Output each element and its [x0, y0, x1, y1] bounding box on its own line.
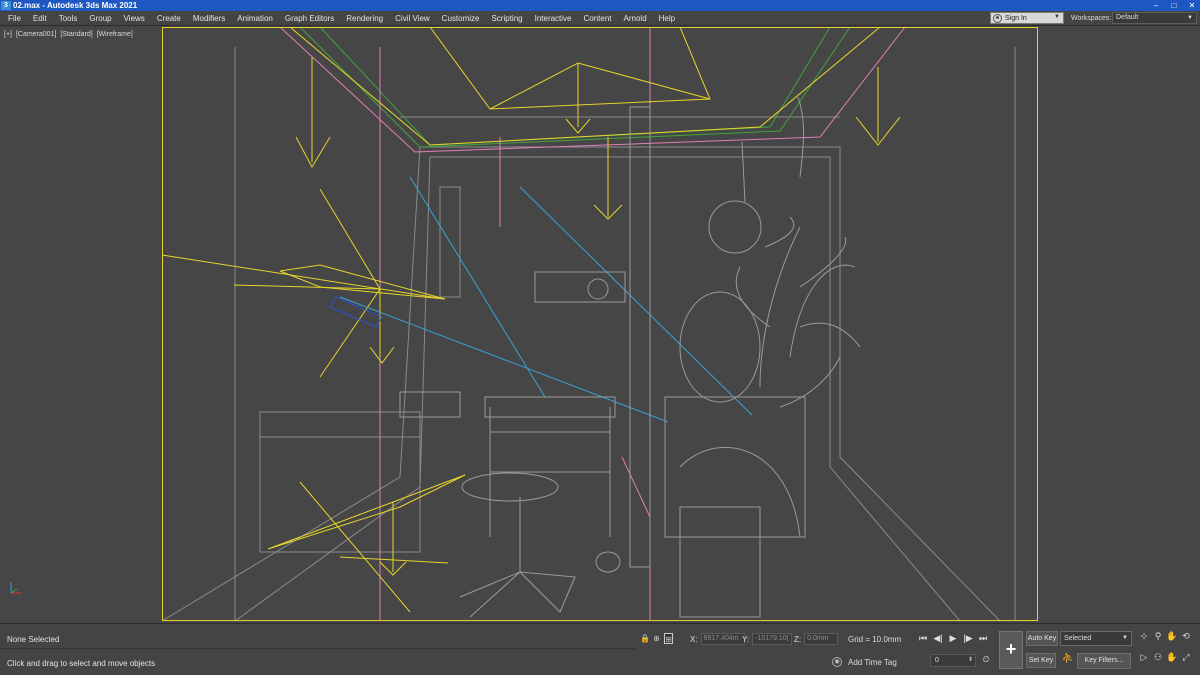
- dolly-icon[interactable]: ⚲: [1152, 630, 1164, 643]
- selection-set-dropdown[interactable]: Selected ▼: [1060, 631, 1132, 646]
- y-coordinate: Y: -10179.10(: [742, 633, 793, 645]
- current-frame-field[interactable]: 0 ⬍: [930, 654, 976, 667]
- window-title: 02.max - Autodesk 3ds Max 2021: [13, 1, 138, 10]
- x-coordinate-field[interactable]: 6917.404m: [700, 633, 745, 645]
- menu-group[interactable]: Group: [83, 11, 117, 26]
- viewport-menu-plus[interactable]: [+]: [4, 31, 12, 38]
- menu-views[interactable]: Views: [118, 11, 151, 26]
- workspace-select[interactable]: Default ▼: [1112, 12, 1197, 24]
- x-coordinate: X: 6917.404m: [690, 633, 745, 645]
- transform-type-in-icons: 🔒 ⊕ ⊞: [640, 633, 673, 644]
- add-time-tag[interactable]: ◉ Add Time Tag: [832, 657, 897, 667]
- absolute-mode-icon[interactable]: ⊞: [664, 633, 673, 644]
- minimize-button[interactable]: –: [1150, 0, 1162, 11]
- set-key-button[interactable]: Set Key: [1026, 653, 1056, 668]
- chevron-down-icon: ▼: [1187, 15, 1193, 21]
- add-time-tag-label: Add Time Tag: [848, 657, 897, 667]
- window-controls: – □ ✕: [1150, 0, 1198, 11]
- z-coordinate: Z: 0.0mm: [794, 633, 839, 645]
- key-filters-button[interactable]: Key Filters...: [1077, 653, 1131, 669]
- maximize-viewport-icon[interactable]: ⤢: [1180, 651, 1192, 664]
- selection-set-value: Selected: [1064, 635, 1092, 642]
- viewport-shading-label[interactable]: [Standard]: [60, 31, 92, 38]
- previous-frame-icon[interactable]: ◀|: [932, 632, 944, 645]
- menu-edit[interactable]: Edit: [27, 11, 53, 26]
- menu-arnold[interactable]: Arnold: [618, 11, 653, 26]
- maximize-button[interactable]: □: [1168, 0, 1180, 11]
- y-coordinate-field[interactable]: -10179.10(: [752, 633, 793, 645]
- menu-customize[interactable]: Customize: [436, 11, 486, 26]
- user-icon: [993, 13, 1002, 23]
- truck-icon[interactable]: ⚇: [1152, 651, 1164, 664]
- status-divider: [0, 648, 635, 649]
- current-frame-value: 0: [935, 657, 939, 664]
- workspaces-label: Workspaces:: [1071, 15, 1112, 22]
- menu-modifiers[interactable]: Modifiers: [187, 11, 231, 26]
- chevron-down-icon: ▼: [1122, 635, 1128, 641]
- title-bar: 3 02.max - Autodesk 3ds Max 2021 – □ ✕: [0, 0, 1200, 11]
- play-icon[interactable]: ▶: [947, 632, 959, 645]
- menu-scripting[interactable]: Scripting: [485, 11, 528, 26]
- x-label: X:: [690, 634, 698, 644]
- sign-in-dropdown[interactable]: Sign In ▼: [990, 12, 1064, 24]
- isolate-icon[interactable]: ⊕: [652, 633, 661, 644]
- axis-tripod-icon: [10, 582, 22, 594]
- zoom-icon[interactable]: ⊹: [1138, 630, 1150, 643]
- next-frame-icon[interactable]: |▶: [962, 632, 974, 645]
- menu-bar: File Edit Tools Group Views Create Modif…: [0, 11, 1200, 26]
- selection-lock-icon[interactable]: 🔒: [640, 633, 650, 644]
- time-configuration-icon[interactable]: ⏲: [980, 654, 992, 667]
- menu-tools[interactable]: Tools: [53, 11, 84, 26]
- z-coordinate-field[interactable]: 0.0mm: [804, 633, 839, 645]
- viewport-display-mode-label[interactable]: [Wireframe]: [97, 31, 133, 38]
- menu-create[interactable]: Create: [151, 11, 187, 26]
- spinner-icon[interactable]: ⬍: [968, 655, 973, 666]
- fov-icon[interactable]: ✋: [1166, 630, 1178, 643]
- orbit-icon[interactable]: ⟲: [1180, 630, 1192, 643]
- viewport-label[interactable]: [+] [Camera001] [Standard] [Wireframe]: [4, 31, 135, 38]
- menu-civil-view[interactable]: Civil View: [389, 11, 436, 26]
- pan-icon[interactable]: ✋: [1166, 651, 1178, 664]
- roll-icon[interactable]: ▷: [1138, 651, 1150, 664]
- go-to-end-icon[interactable]: ⏭: [977, 632, 989, 645]
- menu-content[interactable]: Content: [578, 11, 618, 26]
- viewport-navigation-controls: ⊹ ⚲ ✋ ⟲ ▷ ⚇ ✋ ⤢: [1138, 630, 1196, 664]
- z-label: Z:: [794, 634, 802, 644]
- selection-status: None Selected: [7, 635, 60, 644]
- 3dsmax-app-icon[interactable]: 3: [1, 1, 11, 10]
- set-keys-button[interactable]: +: [999, 631, 1023, 669]
- menu-graph-editors[interactable]: Graph Editors: [279, 11, 340, 26]
- menu-rendering[interactable]: Rendering: [340, 11, 389, 26]
- camera-viewport[interactable]: [+] [Camera001] [Standard] [Wireframe]: [0, 27, 1200, 623]
- menu-help[interactable]: Help: [653, 11, 681, 26]
- workspace-value: Default: [1116, 14, 1139, 21]
- menu-interactive[interactable]: Interactive: [529, 11, 578, 26]
- walk-through-icon[interactable]: ⛹: [1061, 653, 1075, 669]
- y-label: Y:: [742, 634, 750, 644]
- sign-in-label: Sign In: [1005, 14, 1027, 22]
- menu-file[interactable]: File: [0, 11, 27, 26]
- status-bar: None Selected Click and drag to select a…: [0, 623, 1200, 675]
- grid-size-readout: Grid = 10.0mm: [848, 635, 902, 644]
- viewport-camera-label[interactable]: [Camera001]: [16, 31, 56, 38]
- prompt-line: Click and drag to select and move object…: [7, 659, 156, 668]
- chevron-down-icon: ▼: [1054, 14, 1060, 20]
- time-tag-icon: ◉: [832, 657, 842, 667]
- menu-animation[interactable]: Animation: [231, 11, 279, 26]
- go-to-start-icon[interactable]: ⏮: [917, 632, 929, 645]
- playback-controls: ⏮ ◀| ▶ |▶ ⏭: [917, 632, 989, 645]
- auto-key-button[interactable]: Auto Key: [1026, 631, 1058, 646]
- close-button[interactable]: ✕: [1186, 0, 1198, 11]
- safe-frame: [162, 27, 1038, 621]
